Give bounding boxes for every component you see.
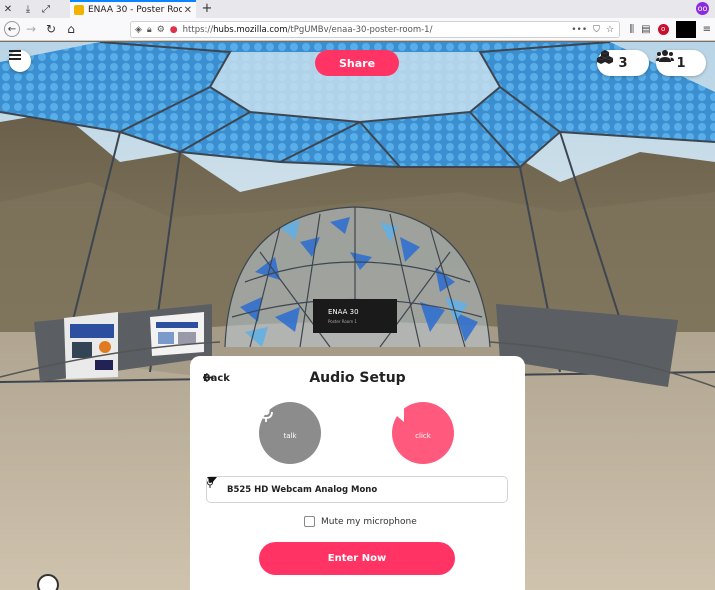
forward-arrow-icon[interactable]: → xyxy=(22,20,40,38)
objects-button[interactable]: 3 xyxy=(597,50,649,76)
main-menu-button[interactable] xyxy=(9,50,31,72)
maximize-window-icon[interactable]: ⤢ xyxy=(38,0,54,18)
hubs-favicon-icon xyxy=(74,5,84,15)
close-window-icon[interactable]: ✕ xyxy=(0,0,16,18)
microphone-icon xyxy=(259,402,273,422)
mute-checkbox[interactable] xyxy=(304,516,315,527)
library-icon[interactable]: ⫼ xyxy=(630,24,635,35)
mute-label: Mute my microphone xyxy=(321,516,417,527)
shield-icon[interactable]: ◈ xyxy=(135,25,142,35)
panel-title: Audio Setup xyxy=(309,370,406,386)
tab-close-icon[interactable]: ✕ xyxy=(184,5,192,16)
chevron-down-icon xyxy=(207,477,217,483)
talk-test-button[interactable]: talk xyxy=(259,402,321,464)
new-tab-button[interactable]: + xyxy=(200,0,214,18)
enter-now-button[interactable]: Enter Now xyxy=(259,542,455,575)
extension-black-icon[interactable] xyxy=(675,21,696,38)
pocket-icon[interactable]: ⛉ xyxy=(593,25,600,35)
avatar-shortcut-icon[interactable] xyxy=(37,574,59,590)
screen-title: ENAA 30 xyxy=(328,308,359,316)
bookmark-star-icon[interactable]: ☆ xyxy=(606,25,614,35)
microphone-select[interactable]: B525 HD Webcam Analog Mono xyxy=(206,476,508,503)
profile-avatar[interactable]: oo xyxy=(696,2,709,15)
click-test-button[interactable]: click xyxy=(392,402,454,464)
address-bar[interactable]: ◈ 🔒︎ ⚙ ● https://hubs.mozilla.com/tPgUMB… xyxy=(130,21,620,38)
minimize-window-icon[interactable]: ⤓ xyxy=(20,0,36,18)
home-icon[interactable]: ⌂ xyxy=(62,20,80,38)
lock-icon[interactable]: 🔒︎ xyxy=(147,25,152,35)
audio-setup-panel: Back Audio Setup talk click B525 HD Webc xyxy=(190,356,525,590)
screen-subtitle: Poster Room 1 xyxy=(328,319,357,324)
microphone-device-label: B525 HD Webcam Analog Mono xyxy=(227,484,378,495)
people-icon xyxy=(656,50,674,62)
click-label: click xyxy=(415,431,431,440)
share-button[interactable]: Share xyxy=(315,50,399,76)
extension-icon[interactable]: o xyxy=(657,24,669,35)
people-count: 1 xyxy=(676,55,686,71)
hamburger-menu-icon[interactable]: ≡ xyxy=(703,24,711,35)
hamburger-icon xyxy=(9,50,21,60)
tab-title: ENAA 30 - Poster Room 1 | Hu xyxy=(88,5,182,15)
back-arrow-icon[interactable]: ← xyxy=(4,21,20,37)
talk-label: talk xyxy=(283,431,297,440)
people-button[interactable]: 1 xyxy=(656,50,706,76)
tab-hubs-room[interactable]: ENAA 30 - Poster Room 1 | Hu ✕ xyxy=(70,0,196,18)
url-text[interactable]: https://hubs.mozilla.com/tPgUMBv/enaa-30… xyxy=(183,25,572,35)
hubs-3d-scene[interactable]: ENAA 30 Poster Room 1 ᴸᵃᶜʰᵘᵇ Share xyxy=(0,42,715,590)
mute-microphone-row[interactable]: Mute my microphone xyxy=(304,516,417,527)
sidebar-icon[interactable]: ▤ xyxy=(641,24,650,35)
permissions-icon[interactable]: ⚙ xyxy=(157,25,165,35)
speaker-icon xyxy=(392,402,404,422)
microphone-permission-icon[interactable]: ● xyxy=(170,25,178,35)
browser-navbar: ← → ↻ ⌂ ◈ 🔒︎ ⚙ ● https://hubs.mozilla.co… xyxy=(0,18,715,41)
browser-tabbar: ✕ ⤓ ⤢ ENAA 30 - Poster Room 1 | Hu ✕ + o… xyxy=(0,0,715,18)
objects-cubes-icon xyxy=(597,50,613,64)
page-actions-icon[interactable]: ••• xyxy=(571,25,587,35)
objects-count: 3 xyxy=(618,55,628,71)
reload-icon[interactable]: ↻ xyxy=(42,20,60,38)
